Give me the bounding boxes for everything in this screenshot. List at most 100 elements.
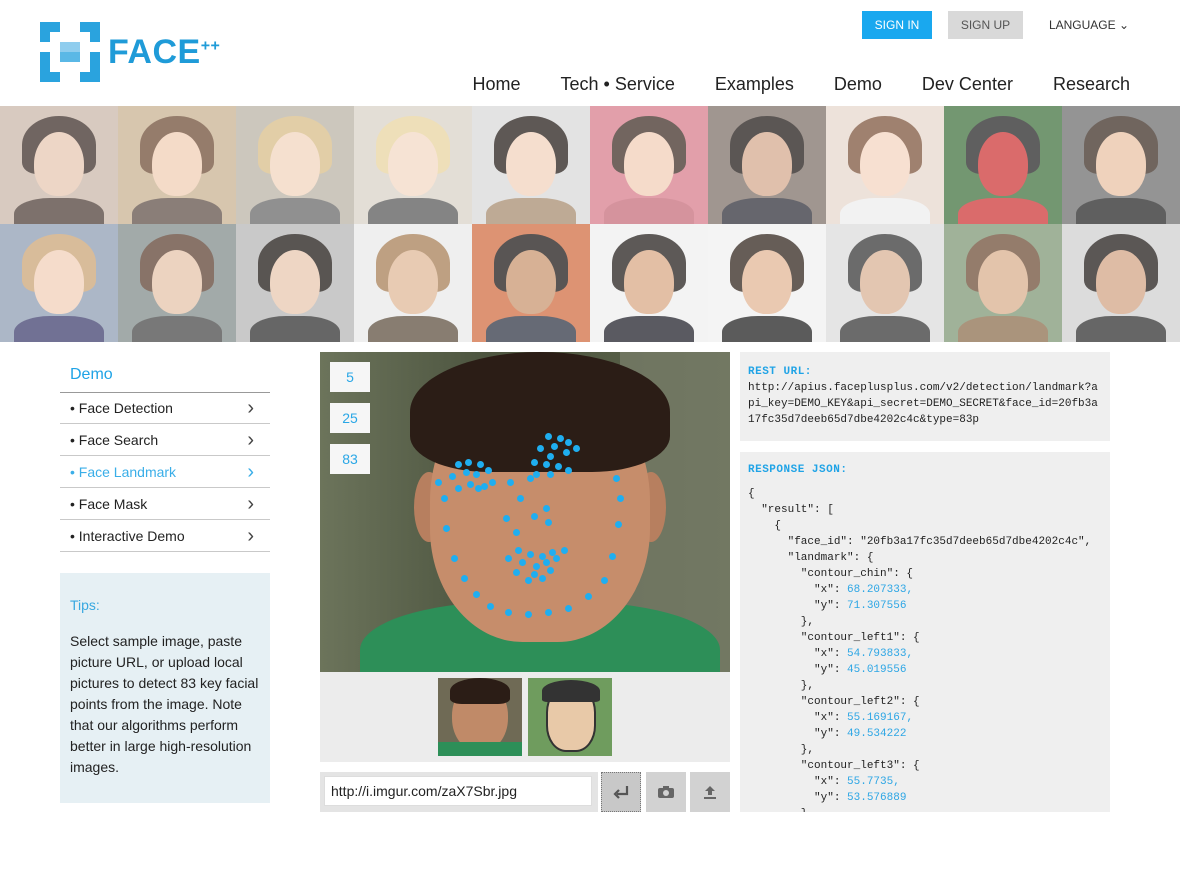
logo-mark-icon xyxy=(40,22,100,82)
camera-button[interactable] xyxy=(646,772,686,812)
sign-in-button[interactable]: SIGN IN xyxy=(862,11,932,39)
json-line: } xyxy=(748,806,1102,812)
landmark-point xyxy=(547,471,554,478)
landmark-point xyxy=(467,481,474,488)
landmark-point xyxy=(505,609,512,616)
sample-photo-tile xyxy=(826,224,944,342)
chevron-right-icon: › xyxy=(247,461,254,483)
json-line-text: "face_id": "20fb3a17fc35d7deeb65d7dbe420… xyxy=(748,536,1092,548)
logo-square xyxy=(90,62,100,72)
landmark-point xyxy=(531,571,538,578)
landmark-point xyxy=(547,567,554,574)
sample-photo-tile xyxy=(354,224,472,342)
landmark-point xyxy=(485,467,492,474)
json-line-text: "contour_chin": { xyxy=(748,568,914,580)
tile-face xyxy=(1096,132,1146,196)
sidebar-title: Demo xyxy=(70,366,113,383)
nav-demo[interactable]: Demo xyxy=(834,74,882,96)
nav-dev-center[interactable]: Dev Center xyxy=(922,74,1013,96)
nav-research[interactable]: Research xyxy=(1053,74,1130,96)
chevron-right-icon: › xyxy=(247,525,254,547)
sample-thumbnail-cartoon[interactable] xyxy=(528,678,612,756)
tile-body xyxy=(1076,198,1166,224)
landmark-point xyxy=(525,577,532,584)
json-line-text: "y": xyxy=(748,664,848,676)
response-json-label: RESPONSE JSON: xyxy=(748,464,848,476)
tile-body xyxy=(368,198,458,224)
landmark-point xyxy=(565,467,572,474)
tile-body xyxy=(250,198,340,224)
landmark-point xyxy=(563,449,570,456)
json-line: "face_id": "20fb3a17fc35d7deeb65d7dbe420… xyxy=(748,534,1102,550)
json-line: "y": 49.534222 xyxy=(748,726,1102,742)
tile-body xyxy=(486,198,576,224)
nav-examples[interactable]: Examples xyxy=(715,74,794,96)
brand-name: FACE++ xyxy=(108,32,221,71)
json-line: }, xyxy=(748,614,1102,630)
landmark-point xyxy=(533,471,540,478)
landmark-point xyxy=(441,495,448,502)
tile-body xyxy=(958,316,1048,342)
json-line: "y": 45.019556 xyxy=(748,662,1102,678)
landmark-point xyxy=(565,605,572,612)
face-plus-plus-logo[interactable]: FACE++ xyxy=(40,22,220,82)
sample-thumbnail-photo[interactable] xyxy=(438,678,522,756)
sample-photo-tile xyxy=(236,224,354,342)
tile-face xyxy=(388,250,438,314)
landmark-count-5-button[interactable]: 5 xyxy=(330,362,370,392)
language-dropdown[interactable]: LANGUAGE ⌄ xyxy=(1048,11,1130,39)
json-line-text: { xyxy=(748,520,782,532)
nav-home[interactable]: Home xyxy=(472,74,520,96)
sample-photo-tile xyxy=(118,224,236,342)
landmark-count-25-button[interactable]: 25 xyxy=(330,403,370,433)
sample-photo-tile xyxy=(0,224,118,342)
url-input-wrapper xyxy=(320,772,598,812)
landmark-point xyxy=(507,479,514,486)
landmark-point xyxy=(505,555,512,562)
json-line-text: "x": xyxy=(748,584,848,596)
landmark-point xyxy=(489,479,496,486)
logo-square xyxy=(80,72,90,82)
sidebar-item-face-mask[interactable]: • Face Mask › xyxy=(60,489,270,520)
tile-body xyxy=(486,316,576,342)
logo-square xyxy=(60,52,70,62)
image-url-input[interactable] xyxy=(324,776,592,806)
json-number: 55.7735, xyxy=(847,776,900,788)
landmark-point xyxy=(451,555,458,562)
logo-square xyxy=(50,72,60,82)
upload-button[interactable] xyxy=(690,772,730,812)
landmark-point xyxy=(461,575,468,582)
logo-square xyxy=(40,32,50,42)
json-number: 55.169167, xyxy=(847,712,914,724)
tile-body xyxy=(604,316,694,342)
tile-face xyxy=(506,250,556,314)
tile-face xyxy=(624,250,674,314)
landmark-point xyxy=(443,525,450,532)
json-line-text: "x": xyxy=(748,776,848,788)
submit-url-button[interactable] xyxy=(601,772,641,812)
landmark-count-83-button[interactable]: 83 xyxy=(330,444,370,474)
tips-title: Tips: xyxy=(70,597,100,613)
sample-photo-tile xyxy=(590,224,708,342)
logo-square xyxy=(70,42,80,52)
landmark-point xyxy=(573,445,580,452)
sidebar-item-interactive-demo[interactable]: • Interactive Demo › xyxy=(60,521,270,552)
sign-up-button[interactable]: SIGN UP xyxy=(948,11,1023,39)
sidebar-item-face-detection[interactable]: • Face Detection › xyxy=(60,393,270,424)
landmark-point xyxy=(545,433,552,440)
tile-face xyxy=(742,250,792,314)
json-line-text: } xyxy=(748,808,808,812)
sidebar-item-face-landmark[interactable]: • Face Landmark › xyxy=(60,457,270,488)
landmark-point xyxy=(513,569,520,576)
json-line: }, xyxy=(748,742,1102,758)
sidebar-item-face-search[interactable]: • Face Search › xyxy=(60,425,270,456)
sidebar-item-label: • Face Landmark xyxy=(70,464,177,480)
landmark-point xyxy=(517,495,524,502)
tips-box: Tips: Select sample image, paste picture… xyxy=(60,573,270,803)
logo-square xyxy=(70,52,80,62)
tips-text: Select sample image, paste picture URL, … xyxy=(70,633,259,775)
nav-tech-service[interactable]: Tech • Service xyxy=(561,74,675,96)
sample-photo-tile xyxy=(118,106,236,224)
json-line: "landmark": { xyxy=(748,550,1102,566)
sample-photo-tile xyxy=(944,106,1062,224)
